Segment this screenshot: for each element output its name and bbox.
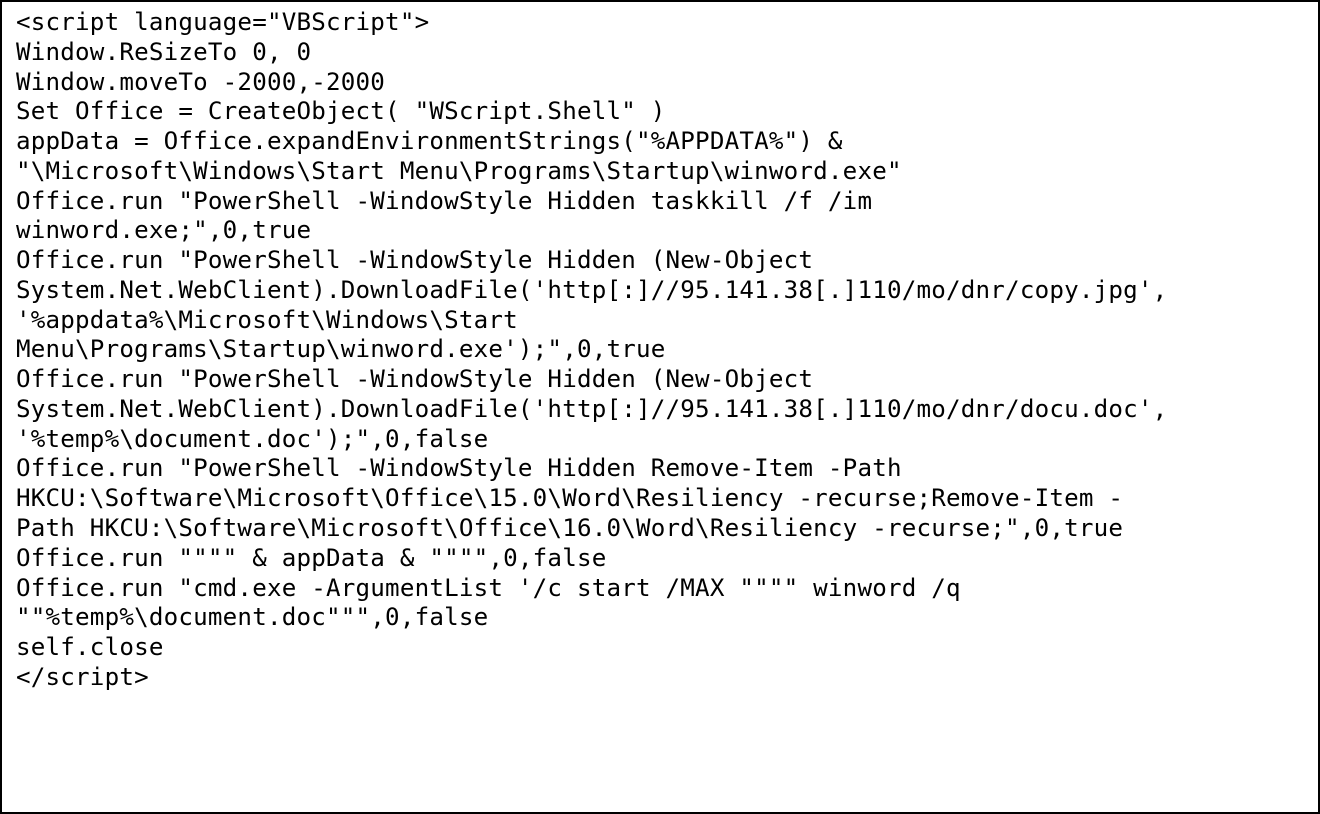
vbscript-code-block: <script language="VBScript"> Window.ReSi…: [16, 8, 1304, 693]
code-frame: <script language="VBScript"> Window.ReSi…: [0, 0, 1320, 814]
